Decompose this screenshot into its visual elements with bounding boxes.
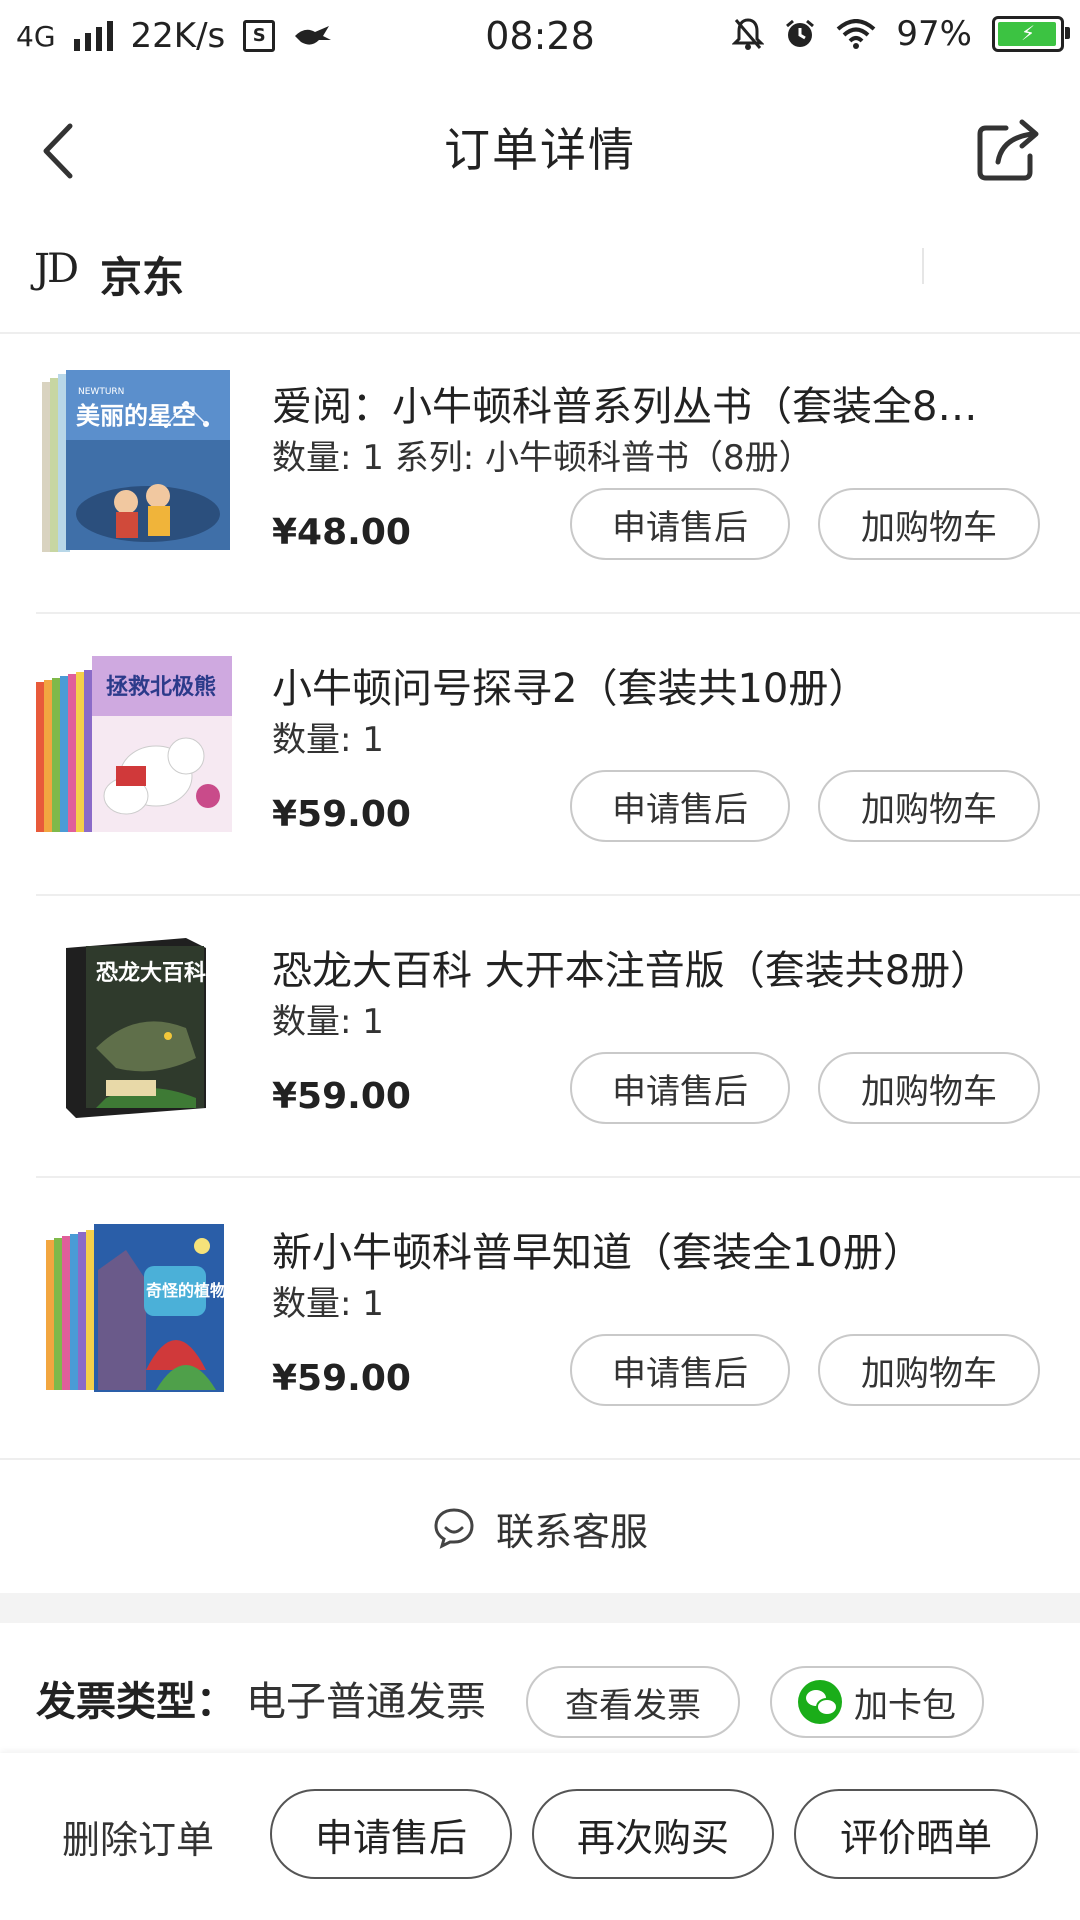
product-name[interactable]: 新小牛顿科普早知道（套装全10册） — [272, 1220, 1012, 1278]
page-title: 订单详情 — [444, 123, 636, 177]
header-bar: 订单详情 — [0, 76, 1080, 226]
mute-bell-icon — [732, 18, 765, 50]
jd-logo: JD — [34, 246, 79, 292]
product-name[interactable]: 爱阅：小牛顿科普系列丛书（套装全8… — [272, 374, 1012, 432]
book-cover-polar-bear: 拯救北极熊 — [36, 656, 232, 832]
view-invoice-button[interactable]: 查看发票 — [526, 1666, 740, 1738]
contact-service-label: 联系客服 — [495, 1509, 648, 1554]
product-quantity: 数量: 1 系列: 小牛顿科普书（8册） — [272, 438, 813, 478]
product-quantity: 数量: 1 — [272, 1284, 384, 1324]
invoice-type-value: 电子普通发票 — [246, 1679, 486, 1725]
invoice-type-label: 发票类型： — [36, 1679, 236, 1725]
product-image[interactable]: NEWTURN 美丽的星空 — [36, 364, 236, 574]
apply-aftersale-button[interactable]: 申请售后 — [570, 770, 790, 842]
svg-text:NEWTURN: NEWTURN — [78, 387, 124, 397]
apply-aftersale-button[interactable]: 申请售后 — [570, 1052, 790, 1124]
status-right: 97% ⚡ — [732, 14, 1070, 54]
order-item[interactable]: NEWTURN 美丽的星空 爱阅：小牛顿科普系列丛书（套装全8… 数量: 1 系… — [0, 332, 1080, 614]
shop-name: 京东 — [100, 253, 185, 302]
chat-smile-icon — [434, 1508, 474, 1549]
shop-row[interactable]: JD 京东 — [0, 226, 1080, 334]
svg-text:美丽的星空: 美丽的星空 — [76, 402, 196, 430]
contact-service-button[interactable]: 联系客服 — [0, 1463, 1080, 1593]
wechat-icon — [798, 1680, 842, 1724]
wifi-icon — [837, 19, 876, 49]
apply-aftersale-button[interactable]: 申请售后 — [570, 1334, 790, 1406]
add-to-card-wallet-label: 加卡包 — [854, 1685, 956, 1726]
add-to-card-wallet-button[interactable]: 加卡包 — [770, 1666, 984, 1738]
apply-aftersale-button[interactable]: 申请售后 — [270, 1789, 512, 1879]
book-cover-stars: NEWTURN 美丽的星空 — [42, 370, 230, 552]
section-gap — [0, 1593, 1080, 1623]
product-name[interactable]: 恐龙大百科 大开本注音版（套装共8册） — [272, 938, 1012, 996]
delete-order-button[interactable]: 删除订单 — [62, 1809, 214, 1864]
product-quantity: 数量: 1 — [272, 720, 384, 760]
svg-text:恐龙大百科: 恐龙大百科 — [96, 961, 206, 986]
product-price: ¥48.00 — [272, 512, 411, 553]
product-price: ¥59.00 — [272, 1358, 411, 1399]
product-image[interactable]: 恐龙大百科 — [36, 928, 236, 1138]
svg-text:拯救北极熊: 拯救北极熊 — [106, 674, 216, 700]
battery-percent: 97% — [896, 14, 972, 54]
product-price: ¥59.00 — [272, 1076, 411, 1117]
divider — [922, 248, 924, 284]
share-icon — [977, 119, 1039, 181]
order-item[interactable]: 奇怪的植物 新小牛顿科普早知道（套装全10册） 数量: 1 ¥59.00 申请售… — [0, 1178, 1080, 1460]
svg-text:奇怪的植物: 奇怪的植物 — [146, 1281, 226, 1300]
book-cover-dinosaur: 恐龙大百科 — [66, 938, 206, 1118]
alarm-icon — [786, 19, 815, 47]
buy-again-button[interactable]: 再次购买 — [532, 1789, 774, 1879]
add-to-cart-button[interactable]: 加购物车 — [818, 770, 1040, 842]
order-item[interactable]: 拯救北极熊 小牛顿问号探寻2（套装共10册） 数量: 1 ¥59.00 申请售后… — [0, 614, 1080, 896]
product-image[interactable]: 奇怪的植物 — [36, 1210, 236, 1420]
status-bar: 4G 22K/s S 08:28 97% ⚡ — [0, 0, 1080, 76]
product-price: ¥59.00 — [272, 794, 411, 835]
book-cover-plants: 奇怪的植物 — [46, 1224, 226, 1392]
add-to-cart-button[interactable]: 加购物车 — [818, 488, 1040, 560]
bottom-action-bar: 删除订单 申请售后 再次购买 评价晒单 — [0, 1753, 1080, 1920]
review-button[interactable]: 评价晒单 — [794, 1789, 1038, 1879]
product-quantity: 数量: 1 — [272, 1002, 384, 1042]
apply-aftersale-button[interactable]: 申请售后 — [570, 488, 790, 560]
divider — [0, 1458, 1080, 1460]
add-to-cart-button[interactable]: 加购物车 — [818, 1052, 1040, 1124]
add-to-cart-button[interactable]: 加购物车 — [818, 1334, 1040, 1406]
product-image[interactable]: 拯救北极熊 — [36, 646, 236, 856]
battery-icon: ⚡ — [992, 16, 1070, 52]
product-name[interactable]: 小牛顿问号探寻2（套装共10册） — [272, 656, 1012, 714]
order-item[interactable]: 恐龙大百科 恐龙大百科 大开本注音版（套装共8册） 数量: 1 ¥59.00 申… — [0, 896, 1080, 1178]
invoice-row: 发票类型： 电子普通发票 查看发票 加卡包 — [0, 1623, 1080, 1753]
share-button[interactable] — [970, 110, 1050, 190]
